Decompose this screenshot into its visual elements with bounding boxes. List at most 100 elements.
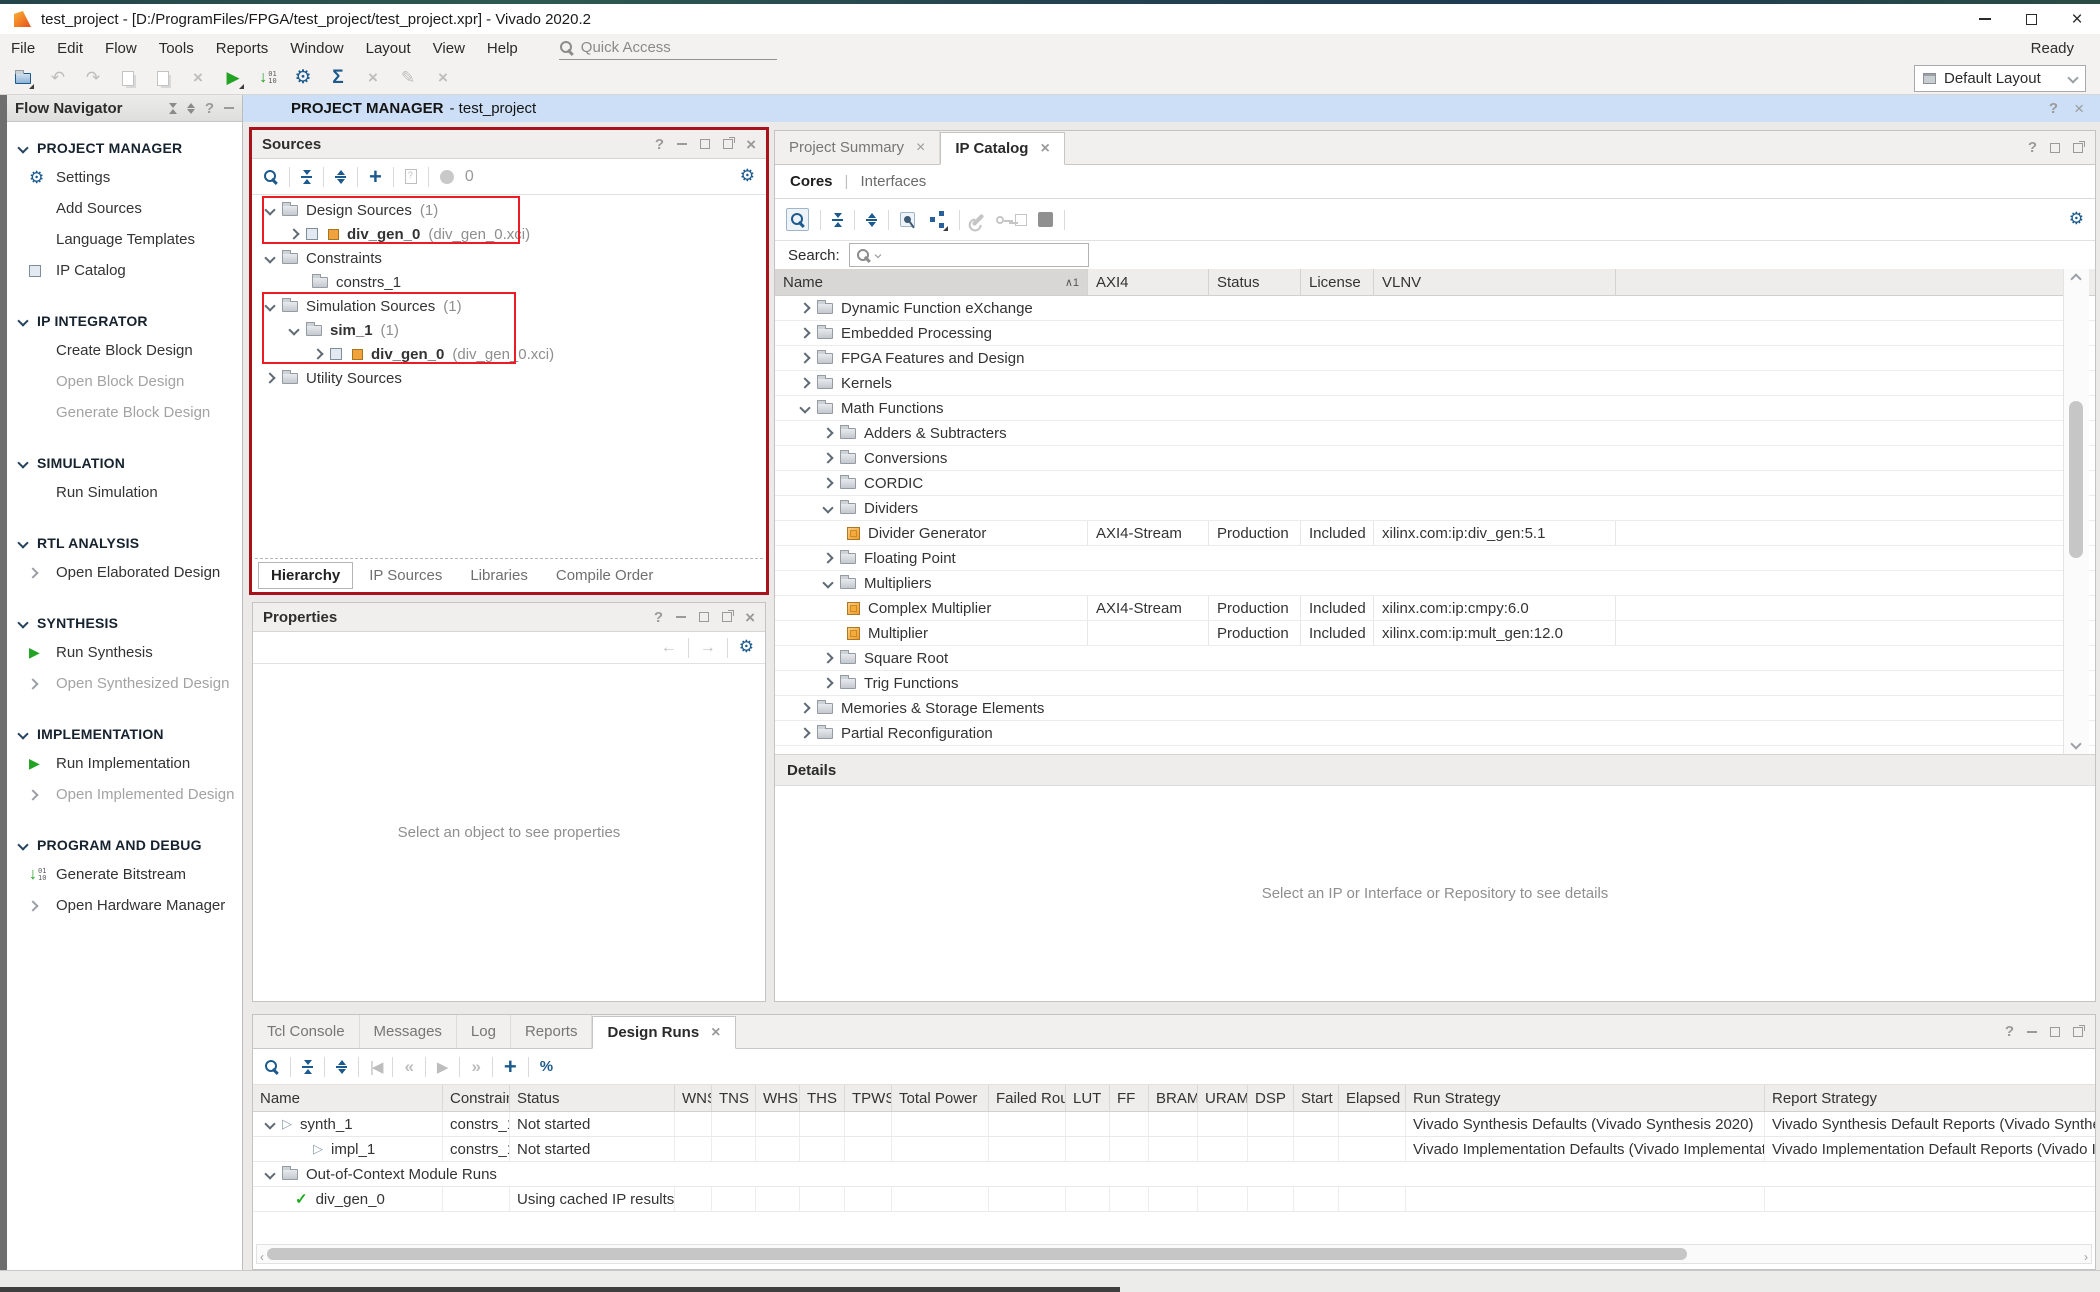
help-icon[interactable]: ?	[2049, 100, 2058, 117]
menu-file[interactable]: File	[0, 40, 46, 57]
tab-compile-order[interactable]: Compile Order	[544, 563, 666, 588]
nav-item-language-templates[interactable]: Language Templates	[7, 224, 242, 255]
maximize-button[interactable]	[2008, 4, 2054, 34]
column-header-name[interactable]: Name∧1	[775, 269, 1088, 295]
column-header[interactable]: Name	[253, 1085, 443, 1111]
tab-tcl-console[interactable]: Tcl Console	[253, 1015, 360, 1048]
search-icon[interactable]	[264, 1059, 279, 1074]
minimize-icon[interactable]	[224, 107, 234, 109]
taxonomy-pin-button[interactable]	[900, 212, 915, 227]
tree-item-utility-sources[interactable]: Utility Sources	[252, 366, 766, 390]
layout-selector[interactable]: Default Layout	[1914, 65, 2086, 92]
properties-header[interactable]: Properties ? ×	[253, 603, 765, 632]
nav-item-create-block-design[interactable]: Create Block Design	[7, 335, 242, 366]
tab-log[interactable]: Log	[457, 1015, 511, 1048]
column-header[interactable]: THS	[800, 1085, 845, 1111]
run-row-div-gen-0[interactable]: ✓div_gen_0 Using cached IP results	[253, 1187, 2095, 1212]
tab-design-runs[interactable]: Design Runs×	[592, 1016, 735, 1049]
wrench-icon[interactable]	[972, 213, 985, 226]
nav-item-ip-catalog[interactable]: IP Catalog	[7, 255, 242, 286]
column-header-status[interactable]: Status	[1209, 269, 1301, 295]
scroll-left-icon[interactable]: ‹	[260, 1250, 264, 1264]
close-icon[interactable]: ×	[916, 140, 925, 156]
group-view-button[interactable]	[926, 209, 948, 231]
section-header[interactable]: IMPLEMENTATION	[7, 720, 242, 748]
settings-gear-icon[interactable]	[740, 167, 755, 186]
nav-item-run-simulation[interactable]: Run Simulation	[7, 477, 242, 508]
tab-hierarchy[interactable]: Hierarchy	[258, 562, 353, 589]
close-icon[interactable]: ×	[746, 136, 756, 153]
tree-item-simulation-sources[interactable]: Simulation Sources(1)	[252, 294, 766, 318]
catalog-row-floating-point[interactable]: Floating Point	[775, 546, 2095, 571]
column-header[interactable]: Report Strategy	[1765, 1085, 2095, 1111]
edit-disabled-button[interactable]: ✎	[397, 67, 419, 89]
close-button[interactable]: ×	[2054, 4, 2100, 34]
close-icon[interactable]: ×	[745, 609, 755, 626]
settings-gear-icon[interactable]	[2069, 210, 2084, 229]
horizontal-scrollbar[interactable]: ‹ ›	[256, 1244, 2092, 1264]
maximize-icon[interactable]	[699, 612, 709, 622]
step-back-icon[interactable]: «	[404, 1057, 413, 1077]
float-icon[interactable]	[2073, 143, 2083, 153]
search-icon[interactable]	[263, 169, 278, 184]
menu-help[interactable]: Help	[476, 40, 529, 57]
maximize-icon[interactable]	[2050, 143, 2060, 153]
tab-libraries[interactable]: Libraries	[458, 563, 540, 588]
catalog-row-math-functions[interactable]: Math Functions	[775, 396, 2095, 421]
catalog-row-trig-functions[interactable]: Trig Functions	[775, 671, 2095, 696]
section-header[interactable]: RTL ANALYSIS	[7, 529, 242, 557]
catalog-row-cordic[interactable]: CORDIC	[775, 471, 2095, 496]
column-header[interactable]: DSP	[1248, 1085, 1294, 1111]
section-header[interactable]: SIMULATION	[7, 449, 242, 477]
catalog-row-partial-reconfiguration[interactable]: Partial Reconfiguration	[775, 721, 2095, 746]
open-project-button[interactable]	[12, 67, 34, 89]
tab-ip-catalog[interactable]: IP Catalog×	[940, 132, 1064, 165]
catalog-row-multipliers[interactable]: Multipliers	[775, 571, 2095, 596]
menu-flow[interactable]: Flow	[94, 40, 148, 57]
menu-layout[interactable]: Layout	[355, 40, 422, 57]
tree-item-div-gen-0[interactable]: div_gen_0(div_gen_0.xci)	[252, 222, 766, 246]
tab-project-summary[interactable]: Project Summary×	[775, 131, 940, 164]
menu-view[interactable]: View	[422, 40, 476, 57]
vertical-scrollbar[interactable]	[2063, 269, 2089, 754]
expand-all-icon[interactable]	[336, 1060, 347, 1074]
catalog-row-square-root[interactable]: Square Root	[775, 646, 2095, 671]
settings-button[interactable]	[292, 67, 314, 89]
column-header[interactable]: Status	[510, 1085, 675, 1111]
catalog-row-kernels[interactable]: Kernels	[775, 371, 2095, 396]
column-header[interactable]: Elapsed	[1339, 1085, 1406, 1111]
subtab-interfaces[interactable]: Interfaces	[860, 173, 926, 190]
run-button[interactable]: ▶	[222, 67, 244, 89]
tree-item-sim-1[interactable]: sim_1(1)	[252, 318, 766, 342]
float-icon[interactable]	[2073, 1027, 2083, 1037]
scrollbar-thumb[interactable]	[267, 1248, 1687, 1260]
collapse-all-icon[interactable]	[169, 103, 177, 114]
paste-button[interactable]	[152, 67, 174, 89]
run-row-synth-1[interactable]: ▷synth_1 constrs_1 Not started Vivado Sy…	[253, 1112, 2095, 1137]
nav-item-generate-block-design[interactable]: Generate Block Design	[7, 397, 242, 428]
scroll-right-icon[interactable]: ›	[2084, 1250, 2088, 1264]
nav-item-open-elaborated-design[interactable]: Open Elaborated Design	[7, 557, 242, 588]
help-icon[interactable]: ?	[655, 136, 664, 153]
help-icon[interactable]: ?	[205, 100, 214, 117]
catalog-row-multiplier[interactable]: MultiplierProductionIncludedxilinx.com:i…	[775, 621, 2095, 646]
help-icon[interactable]: ?	[2005, 1023, 2014, 1040]
help-icon[interactable]: ?	[654, 609, 663, 626]
menu-tools[interactable]: Tools	[148, 40, 205, 57]
menu-edit[interactable]: Edit	[46, 40, 94, 57]
undo-button[interactable]: ↶	[47, 67, 69, 89]
tab-messages[interactable]: Messages	[360, 1015, 457, 1048]
nav-item-open-implemented-design[interactable]: Open Implemented Design	[7, 779, 242, 810]
catalog-row-memories[interactable]: Memories & Storage Elements	[775, 696, 2095, 721]
tree-item-design-sources[interactable]: Design Sources(1)	[252, 198, 766, 222]
create-run-icon[interactable]: +	[504, 1056, 517, 1078]
column-header[interactable]: Failed Routes	[989, 1085, 1066, 1111]
sources-header[interactable]: Sources ? ×	[252, 130, 766, 159]
nav-item-open-block-design[interactable]: Open Block Design	[7, 366, 242, 397]
run-row-ooc-group[interactable]: Out-of-Context Module Runs	[253, 1162, 2095, 1187]
column-header[interactable]: WNS	[675, 1085, 712, 1111]
catalog-row-dfx[interactable]: Dynamic Function eXchange	[775, 296, 2095, 321]
report-ip-status-icon[interactable]	[405, 169, 417, 184]
scroll-down-icon[interactable]	[2070, 738, 2081, 749]
float-icon[interactable]	[722, 612, 732, 622]
